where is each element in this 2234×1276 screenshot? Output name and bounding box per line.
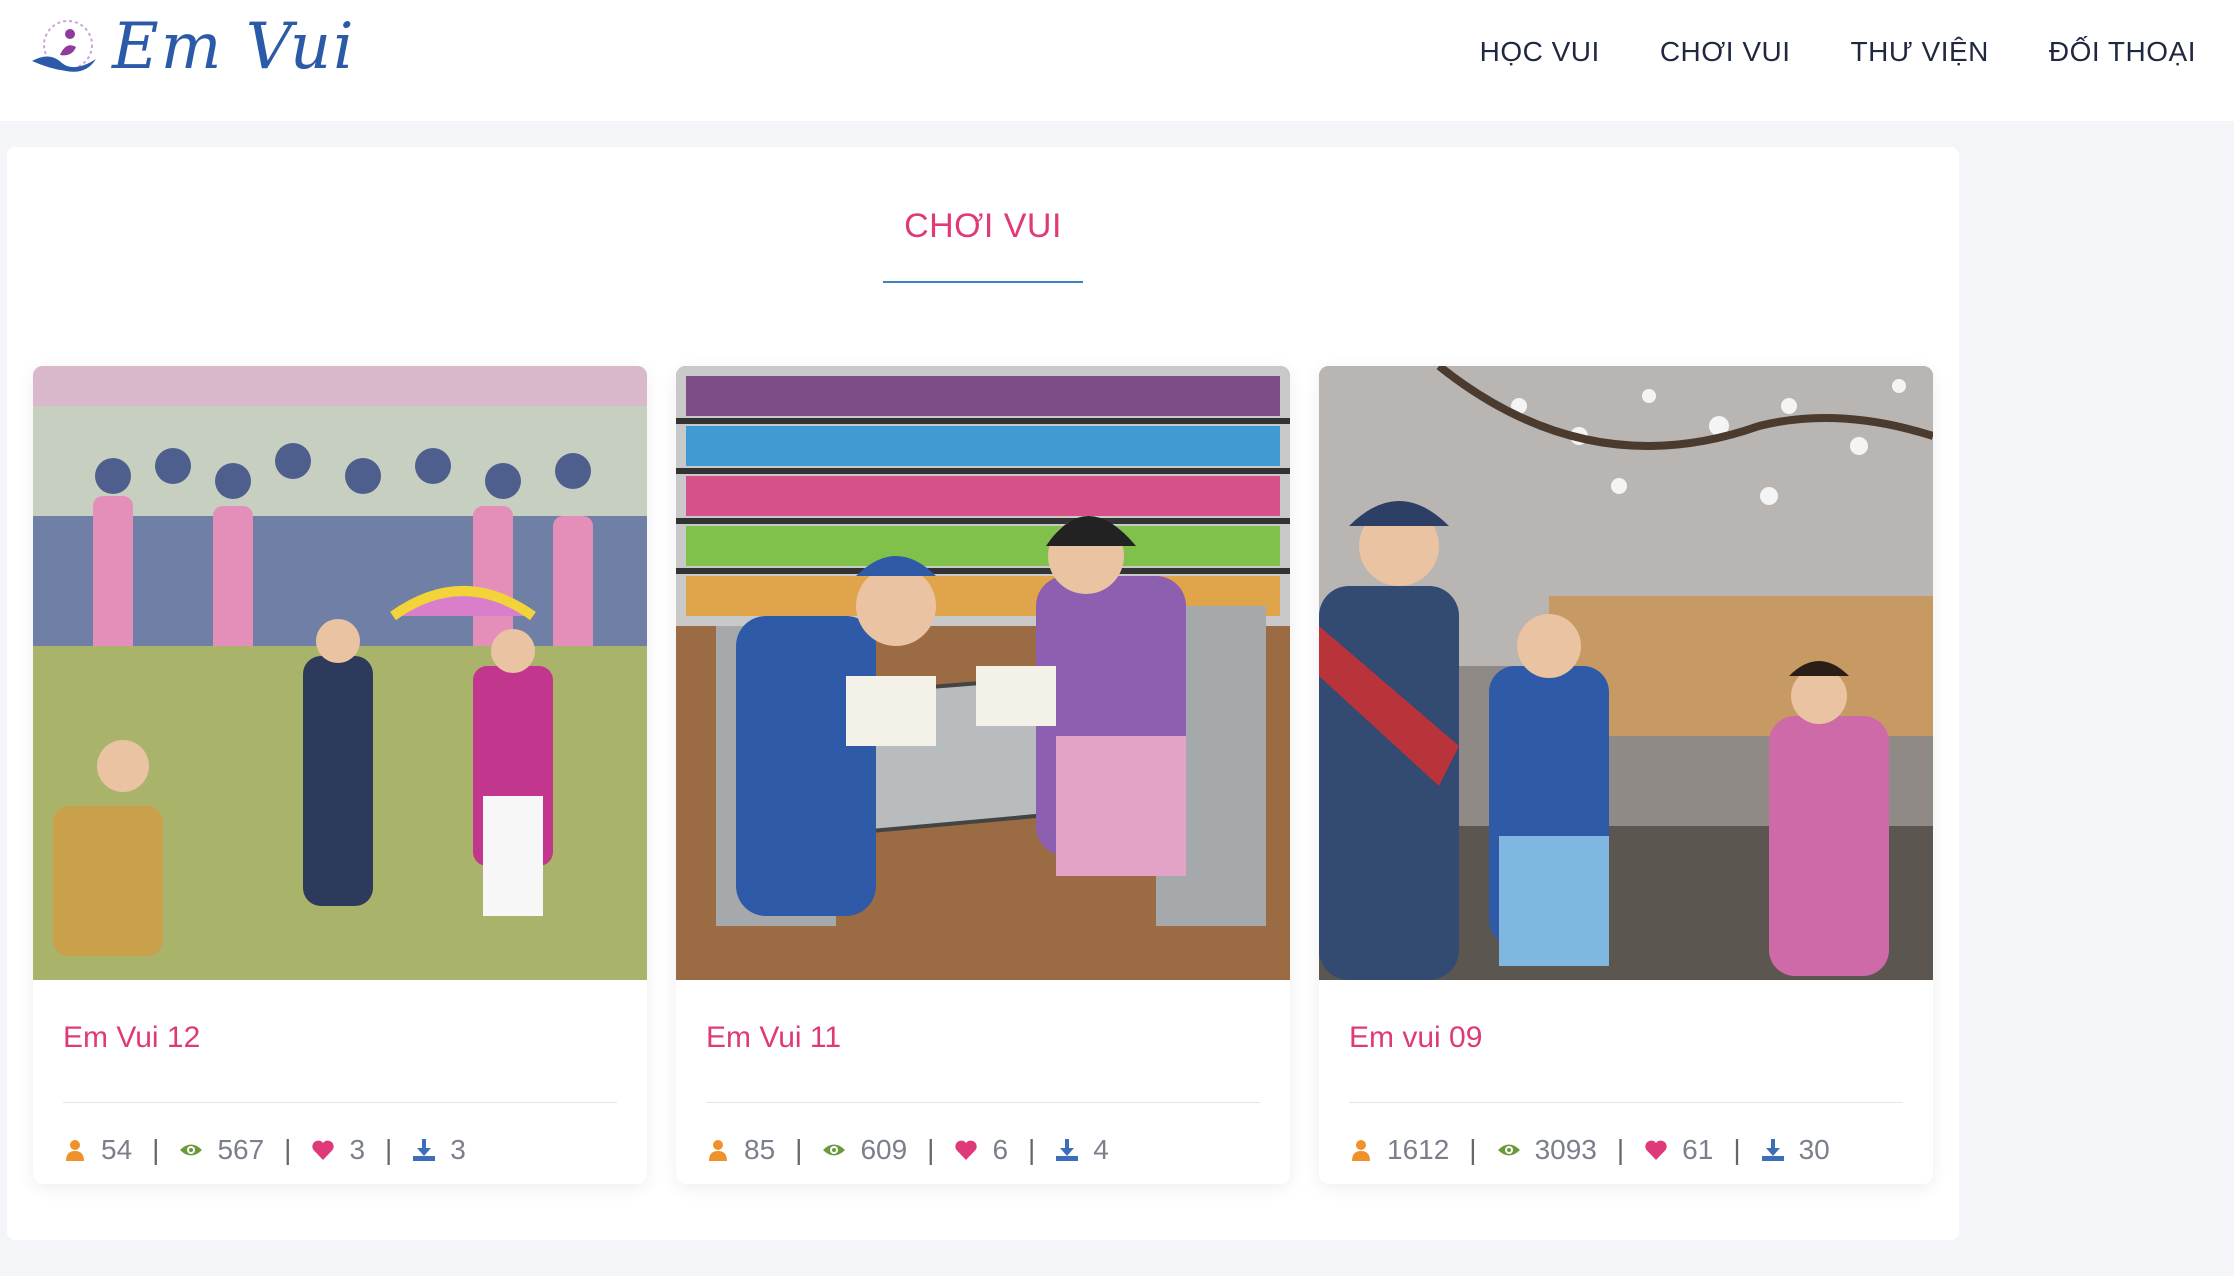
user-icon	[709, 1140, 727, 1161]
card-stats: 54 | 567 | 3 | 3	[63, 1134, 466, 1166]
nav-choi-vui[interactable]: CHƠI VUI	[1660, 36, 1791, 68]
downloads-count: 4	[1093, 1134, 1109, 1165]
stat-separator: |	[152, 1134, 160, 1165]
card-title-link[interactable]: Em Vui 11	[706, 1021, 841, 1055]
content-card[interactable]: Em Vui 12 54 | 567 | 3 | 3	[33, 366, 647, 1184]
stat-separator: |	[385, 1134, 393, 1165]
download-icon[interactable]	[1761, 1138, 1785, 1162]
users-count: 85	[744, 1134, 776, 1165]
card-stats: 85 | 609 | 6 | 4	[706, 1134, 1109, 1166]
section-title-underline	[883, 281, 1083, 283]
likes-count: 3	[349, 1134, 366, 1165]
eye-icon	[823, 1144, 846, 1156]
card-image[interactable]	[33, 366, 647, 980]
eye-icon	[1497, 1144, 1520, 1156]
heart-icon[interactable]	[954, 1138, 978, 1162]
download-icon[interactable]	[412, 1138, 436, 1162]
stat-separator: |	[1028, 1134, 1036, 1165]
stat-separator: |	[795, 1134, 803, 1165]
downloads-count: 30	[1798, 1134, 1830, 1165]
card-divider	[63, 1102, 617, 1103]
card-divider	[1349, 1102, 1903, 1103]
users-count: 54	[101, 1134, 133, 1165]
card-divider	[706, 1102, 1260, 1103]
card-title-link[interactable]: Em vui 09	[1349, 1021, 1482, 1055]
main-nav: HỌC VUI CHƠI VUI THƯ VIỆN ĐỐI THOẠI	[1480, 36, 2196, 68]
content-card[interactable]: Em vui 09 1612 | 3093 | 61 | 30	[1319, 366, 1933, 1184]
stat-separator: |	[927, 1134, 935, 1165]
nav-doi-thoai[interactable]: ĐỐI THOẠI	[2049, 36, 2196, 68]
views-count: 609	[860, 1134, 908, 1165]
views-count: 567	[217, 1134, 265, 1165]
card-image[interactable]	[1319, 366, 1933, 980]
nav-thu-vien[interactable]: THƯ VIỆN	[1851, 36, 1989, 68]
card-title-link[interactable]: Em Vui 12	[63, 1021, 200, 1055]
stat-separator: |	[1469, 1134, 1477, 1165]
heart-icon[interactable]	[311, 1138, 335, 1162]
download-icon[interactable]	[1055, 1138, 1079, 1162]
stat-separator: |	[1616, 1134, 1625, 1165]
heart-icon[interactable]	[1644, 1138, 1668, 1162]
card-stats: 1612 | 3093 | 61 | 30	[1349, 1134, 1830, 1166]
section-title: CHƠI VUI	[904, 207, 1062, 245]
card-image[interactable]	[676, 366, 1290, 980]
users-count: 1612	[1387, 1134, 1450, 1165]
content-card[interactable]: Em Vui 11 85 | 609 | 6 | 4	[676, 366, 1290, 1184]
user-icon	[66, 1140, 84, 1161]
views-count: 3093	[1534, 1134, 1597, 1165]
downloads-count: 3	[450, 1134, 466, 1165]
stat-separator: |	[1733, 1134, 1741, 1165]
brand-name: Em Vui	[112, 10, 356, 84]
likes-count: 61	[1682, 1134, 1714, 1165]
content-panel: CHƠI VUI Em Vui 12 54 | 567 | 3 | 3 Em V…	[7, 147, 1959, 1240]
likes-count: 6	[992, 1134, 1009, 1165]
nav-hoc-vui[interactable]: HỌC VUI	[1480, 36, 1600, 68]
stat-separator: |	[284, 1134, 292, 1165]
top-navbar: Em Vui HỌC VUI CHƠI VUI THƯ VIỆN ĐỐI THO…	[0, 0, 2234, 121]
user-icon	[1352, 1140, 1370, 1161]
brand-logo-icon	[32, 20, 96, 72]
eye-icon	[180, 1144, 203, 1156]
brand-logo-link[interactable]: Em Vui	[30, 12, 356, 82]
